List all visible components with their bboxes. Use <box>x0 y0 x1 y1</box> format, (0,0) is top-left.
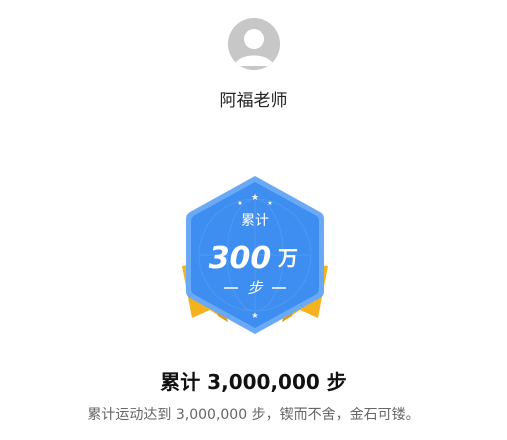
badge-unit: 万 <box>277 246 298 270</box>
badge-bottom-label: 步 <box>247 279 264 297</box>
achievement-badge: ★ ★ ★ ★ 累计 300 万 步 <box>170 170 340 340</box>
achievement-title: 累计 3,000,000 步 <box>160 370 347 394</box>
svg-text:★: ★ <box>251 311 258 320</box>
avatar[interactable] <box>228 18 280 70</box>
username: 阿福老师 <box>219 91 288 111</box>
default-avatar-icon <box>228 18 280 70</box>
badge-top-label: 累计 <box>241 213 269 229</box>
svg-text:★: ★ <box>237 200 242 207</box>
achievement-page: 阿福老师 ★ ★ ★ ★ 累计 300 万 步 累计 3,000,000 步 累… <box>0 0 507 440</box>
svg-text:★: ★ <box>267 200 272 207</box>
badge-amount: 300 <box>209 241 272 276</box>
achievement-description: 累计运动达到 3,000,000 步，锲而不舍，金石可镂。 <box>87 407 420 423</box>
svg-text:★: ★ <box>251 193 259 203</box>
